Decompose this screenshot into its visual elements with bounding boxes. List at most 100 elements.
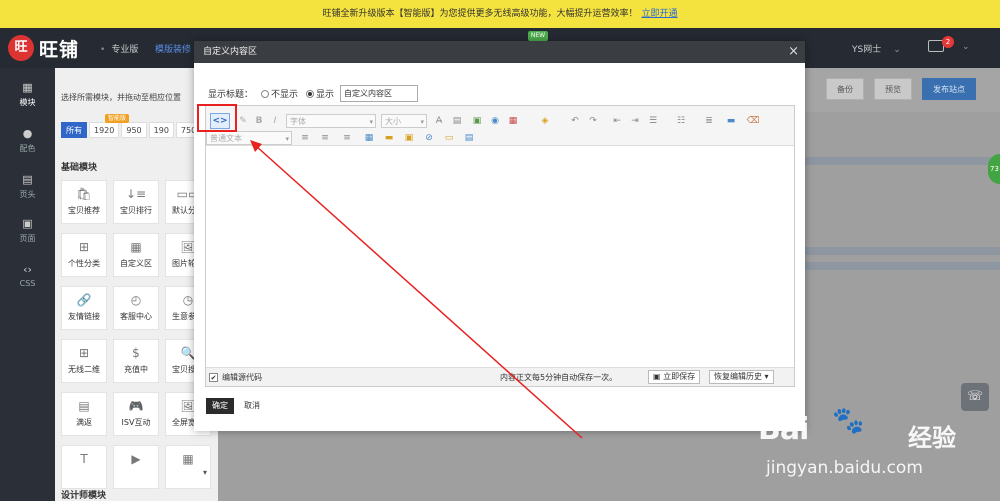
module-tile[interactable]: 🛍 宝贝推荐 <box>61 180 107 224</box>
rail-label: 页头 <box>19 190 36 199</box>
align-center-icon[interactable]: ≡ <box>318 131 332 145</box>
insert-link-icon[interactable]: ⊘ <box>422 131 436 145</box>
user-menu[interactable]: YS网士 ⌄ <box>852 42 901 55</box>
insert-image-icon[interactable]: ▣ <box>402 131 416 145</box>
clear-format-icon[interactable]: ▤ <box>450 114 464 128</box>
insert-flash-icon[interactable]: ▭ <box>442 131 456 145</box>
width-tab-all[interactable]: 所有 <box>61 122 87 138</box>
code-icon: ‹› <box>23 263 32 276</box>
save-now-button[interactable]: ▣ 立即保存 <box>648 370 701 384</box>
logo[interactable]: 旺 旺铺 <box>8 34 79 62</box>
confirm-button[interactable]: 确定 <box>206 398 234 414</box>
publish-button[interactable]: 发布站点 <box>922 78 976 100</box>
module-tile[interactable]: ◴ 客服中心 <box>113 286 159 330</box>
module-label: 友情链接 <box>68 312 100 321</box>
insert-media-icon[interactable]: ▬ <box>724 114 738 128</box>
float-counter[interactable]: 73 <box>988 154 1000 184</box>
module-label: 宝贝推荐 <box>68 206 100 215</box>
module-tile[interactable]: ⊞ 无线二维 <box>61 339 107 383</box>
module-tile[interactable]: ▦ <box>165 445 211 489</box>
image-icon[interactable]: ▣ <box>470 114 484 128</box>
italic-button[interactable]: I <box>268 114 282 128</box>
width-filter: 所有 1920 950 190 750 <box>61 122 202 138</box>
insert-video-icon[interactable]: ▤ <box>462 131 476 145</box>
link-icon[interactable]: ◉ <box>488 114 502 128</box>
source-code-checkbox-label: 编辑源代码 <box>222 373 262 382</box>
font-size-select[interactable]: 大小 <box>381 114 427 129</box>
line-height-icon[interactable]: ≣ <box>702 114 716 128</box>
align-left-icon[interactable]: ≡ <box>298 131 312 145</box>
source-code-checkbox[interactable]: ✔ 编辑源代码 <box>209 372 262 383</box>
dialog-header: 自定义内容区 × <box>194 41 805 63</box>
strikethrough-icon[interactable]: A̶ <box>432 114 446 128</box>
module-tile[interactable]: $ 充值中 <box>113 339 159 383</box>
radio-show[interactable] <box>306 89 315 98</box>
indent-icon[interactable]: ⇥ <box>628 114 642 128</box>
tab-template-decor[interactable]: 模版装修 <box>155 42 191 55</box>
radio-hide[interactable] <box>261 89 270 98</box>
module-icon: ↓≡ <box>125 187 147 201</box>
close-icon[interactable]: × <box>788 41 799 63</box>
custom-content-dialog: 自定义内容区 × 显示标题： 不显示 显示 自定义内容区 <> ✎ B I 字体… <box>194 41 805 431</box>
eraser-icon[interactable]: ⌫ <box>746 114 760 128</box>
smart-edition-tag: 智能版 <box>105 114 130 123</box>
module-tile[interactable]: ↓≡ 宝贝排行 <box>113 180 159 224</box>
insert-hr-icon[interactable]: ▬ <box>382 131 396 145</box>
basic-modules-title: 基础模块 <box>61 163 98 173</box>
autosave-notice: 内容正文每5分钟自动保存一次。 <box>500 373 618 382</box>
banner-link[interactable]: 立即开通 <box>642 9 678 19</box>
module-tile[interactable]: ⊞ 个性分类 <box>61 233 107 277</box>
insert-table-icon[interactable]: ▦ <box>362 131 376 145</box>
restore-history-select[interactable]: 恢复编辑历史 ▾ <box>709 370 774 384</box>
rail-item-modules[interactable]: ▦ 模块 <box>0 82 55 108</box>
module-tile[interactable]: 🔗 友情链接 <box>61 286 107 330</box>
radio-show-label[interactable]: 显示 <box>316 87 334 100</box>
width-tab-1920[interactable]: 1920 <box>89 122 120 138</box>
editor-content-area[interactable] <box>206 146 794 366</box>
paragraph-select[interactable]: 普通文本 <box>206 131 292 146</box>
edition-label: 专业版 <box>100 42 138 55</box>
preview-button[interactable]: 预览 <box>874 78 912 100</box>
align-right-icon[interactable]: ≡ <box>340 131 354 145</box>
rich-text-editor: <> ✎ B I 字体 大小 A̶ ▤ ▣ ◉ ▦ ◈ ↶ ↷ ⇤ ⇥ ☰ ☷ … <box>205 105 795 387</box>
baidu-logo-text: Bai <box>758 412 809 447</box>
background-color-icon[interactable]: ◈ <box>538 114 552 128</box>
backup-button[interactable]: 备份 <box>826 78 864 100</box>
rail-label: 配色 <box>19 144 36 153</box>
font-family-select[interactable]: 字体 <box>286 114 376 129</box>
redo-icon[interactable]: ↷ <box>586 114 600 128</box>
module-label: 无线二维 <box>68 365 100 374</box>
module-tile[interactable]: ▶ <box>113 445 159 489</box>
table-icon[interactable]: ▦ <box>506 114 520 128</box>
rail-item-header[interactable]: ▤ 页头 <box>0 174 55 200</box>
undo-icon[interactable]: ↶ <box>568 114 582 128</box>
user-name: YS网士 <box>852 45 882 55</box>
brand-name: 旺铺 <box>39 38 80 61</box>
width-tab-950[interactable]: 950 <box>121 122 147 138</box>
scroll-down-icon[interactable]: ▾ <box>203 468 207 477</box>
left-rail: ▦ 模块 ● 配色 ▤ 页头 ▣ 页面 ‹› CSS <box>0 68 55 501</box>
rail-item-pages[interactable]: ▣ 页面 <box>0 218 55 244</box>
width-tab-190[interactable]: 190 <box>148 122 174 138</box>
feedback-icon[interactable]: ☏ <box>961 383 989 411</box>
mail-count-badge: 2 <box>942 36 954 48</box>
module-label: ISV互动 <box>121 418 151 427</box>
title-input[interactable]: 自定义内容区 <box>340 85 419 102</box>
chevron-down-icon[interactable]: ⌄ <box>962 42 970 52</box>
ordered-list-icon[interactable]: ☷ <box>674 114 688 128</box>
designer-modules-title: 设计师模块 <box>61 491 107 501</box>
rail-item-colors[interactable]: ● 配色 <box>0 128 55 154</box>
rail-item-css[interactable]: ‹› CSS <box>0 263 55 289</box>
module-tile[interactable]: T <box>61 445 107 489</box>
radio-hide-label[interactable]: 不显示 <box>271 87 298 100</box>
module-tile[interactable]: 🎮 ISV互动 <box>113 392 159 436</box>
module-tile[interactable]: ▤ 满返 <box>61 392 107 436</box>
module-label: 满返 <box>76 418 92 427</box>
module-icon: ◴ <box>130 293 142 307</box>
bold-button[interactable]: B <box>252 114 266 128</box>
format-brush-icon[interactable]: ✎ <box>236 114 250 128</box>
module-tile[interactable]: ▦ 自定义区 <box>113 233 159 277</box>
unordered-list-icon[interactable]: ☰ <box>646 114 660 128</box>
cancel-button[interactable]: 取消 <box>244 398 260 414</box>
outdent-icon[interactable]: ⇤ <box>610 114 624 128</box>
